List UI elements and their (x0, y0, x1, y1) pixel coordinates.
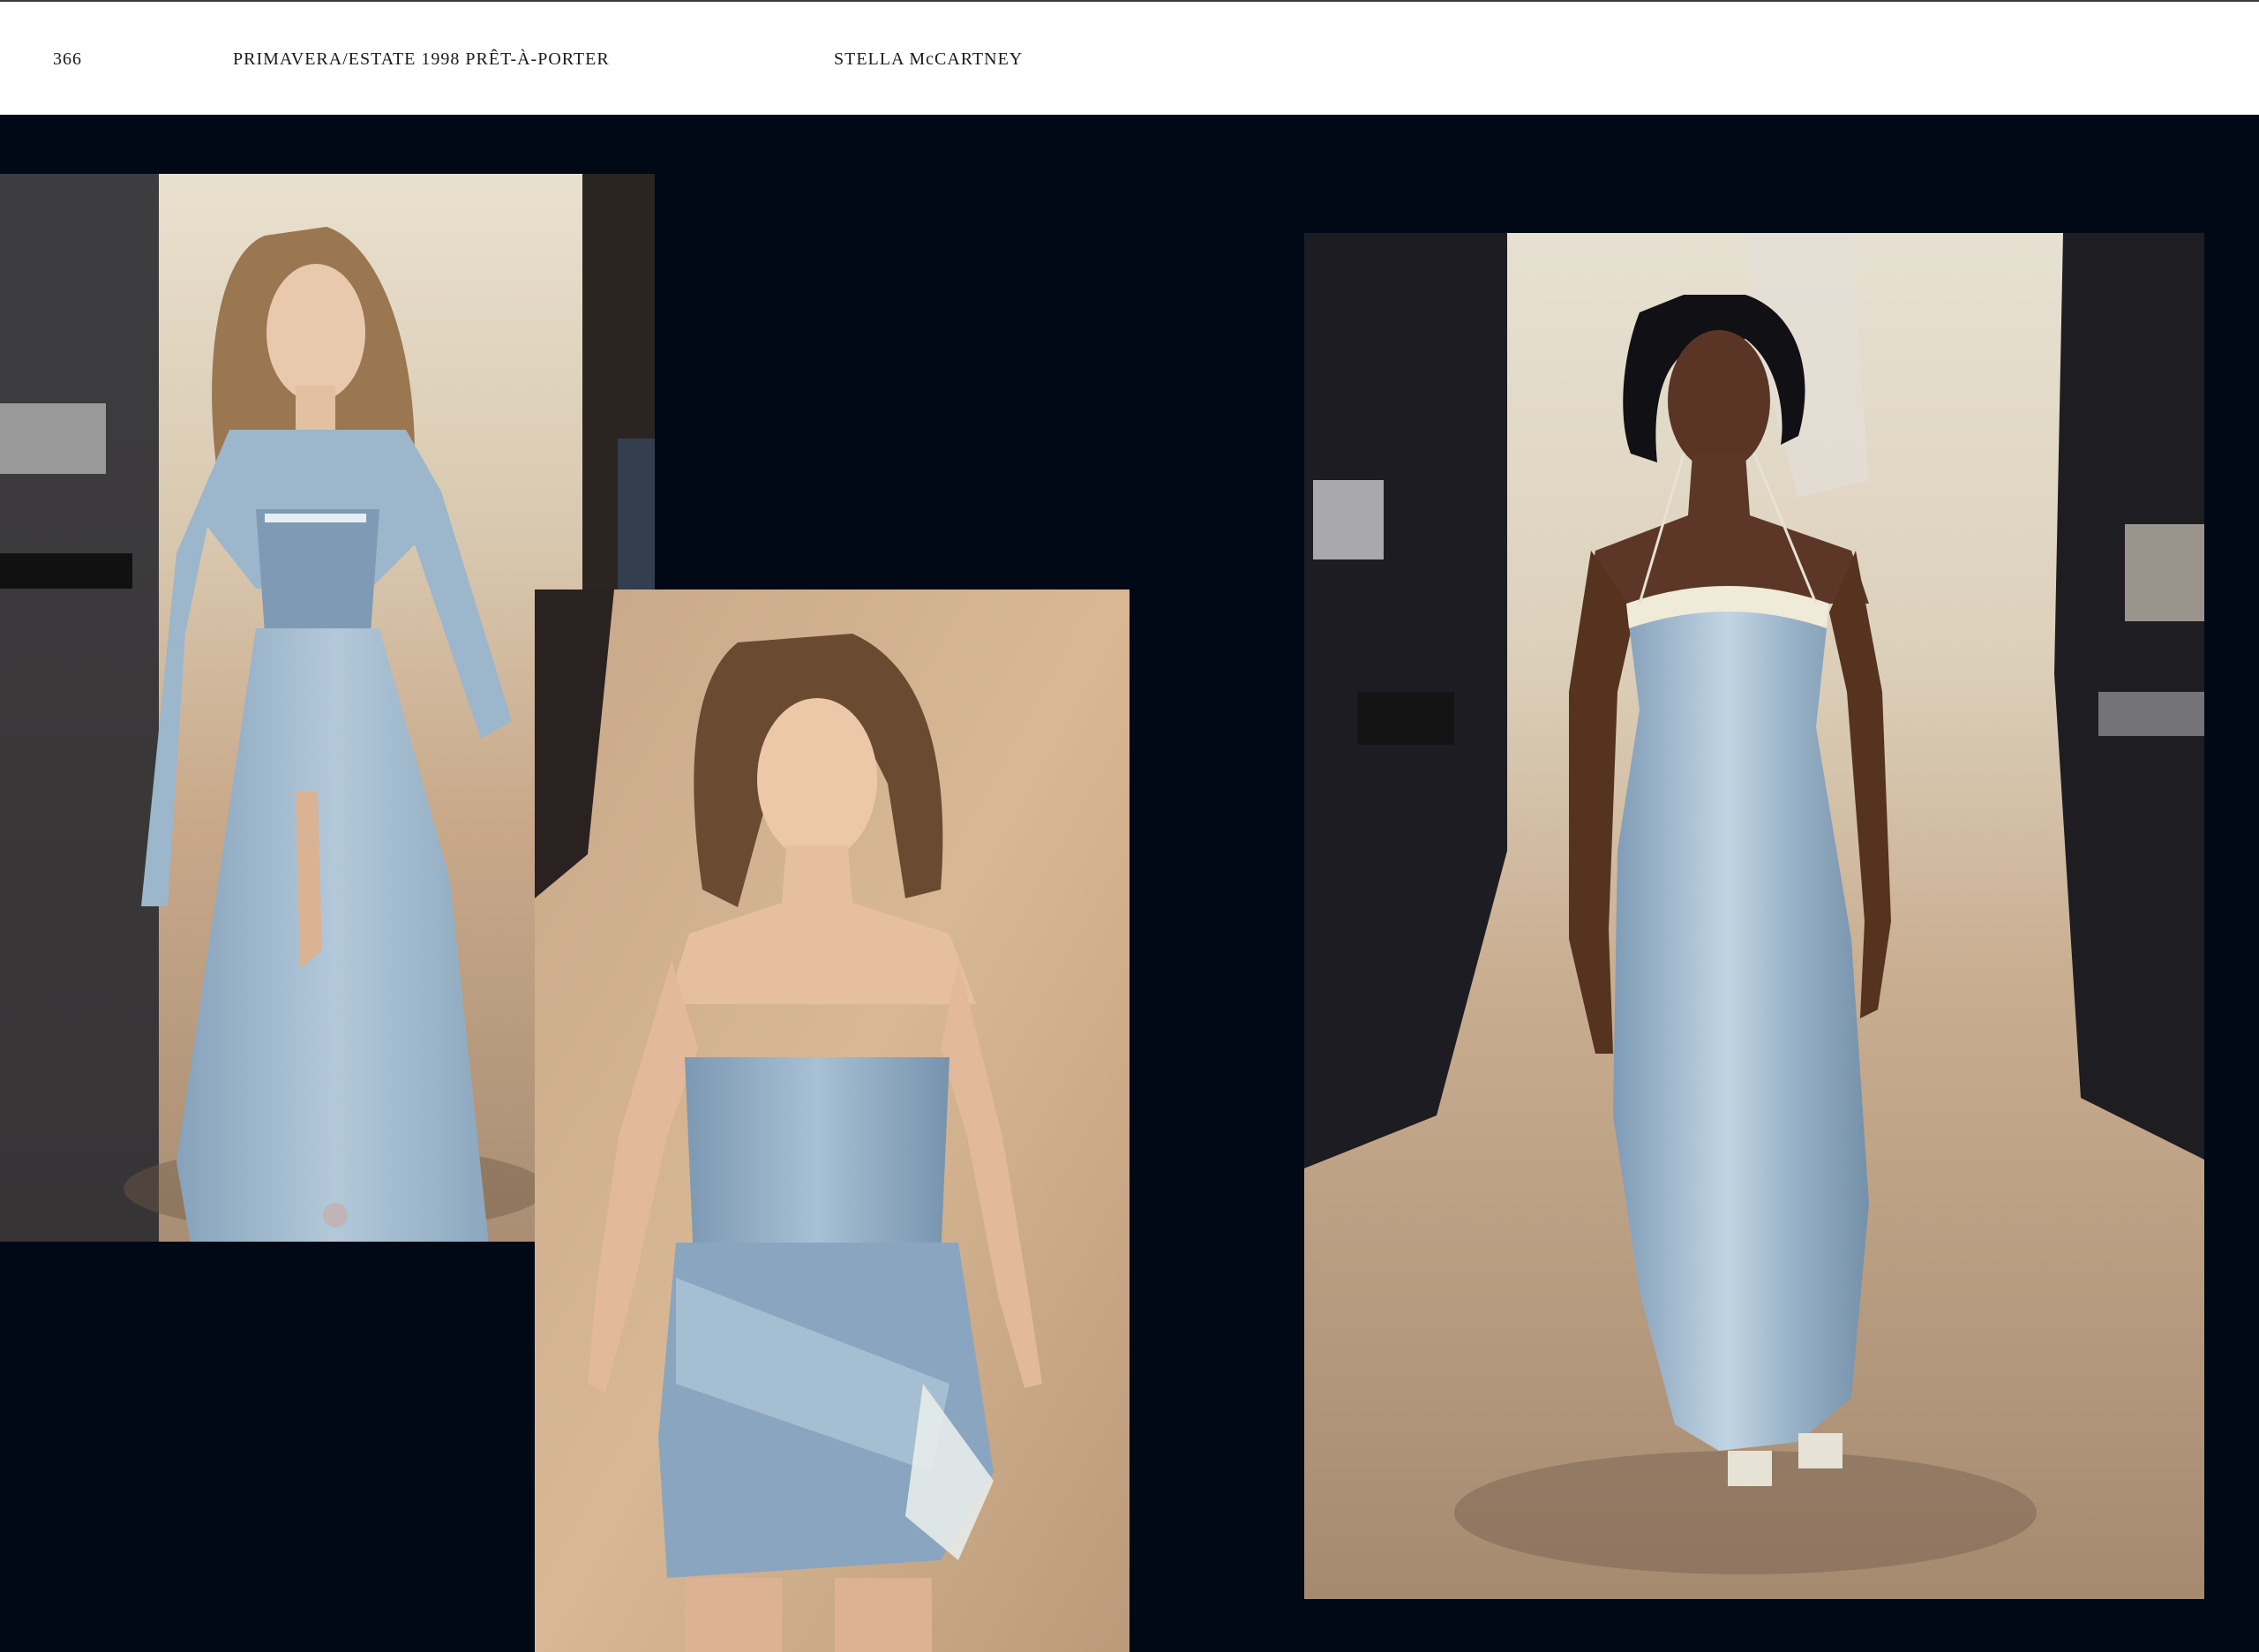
book-page: 366 PRIMAVERA/ESTATE 1998 PRÊT-À-PORTER … (0, 0, 2259, 1652)
designer-name: STELLA McCARTNEY (834, 49, 1024, 69)
runway-photo-center (535, 589, 1130, 1652)
running-header: 366 PRIMAVERA/ESTATE 1998 PRÊT-À-PORTER … (0, 0, 2259, 115)
runway-photo-right (1304, 233, 2204, 1599)
runway-photo-slip-gown (1304, 233, 2204, 1599)
section-title: PRIMAVERA/ESTATE 1998 PRÊT-À-PORTER (233, 49, 610, 69)
runway-photo-satin-minidress (535, 589, 1130, 1652)
page-number: 366 (53, 49, 82, 69)
